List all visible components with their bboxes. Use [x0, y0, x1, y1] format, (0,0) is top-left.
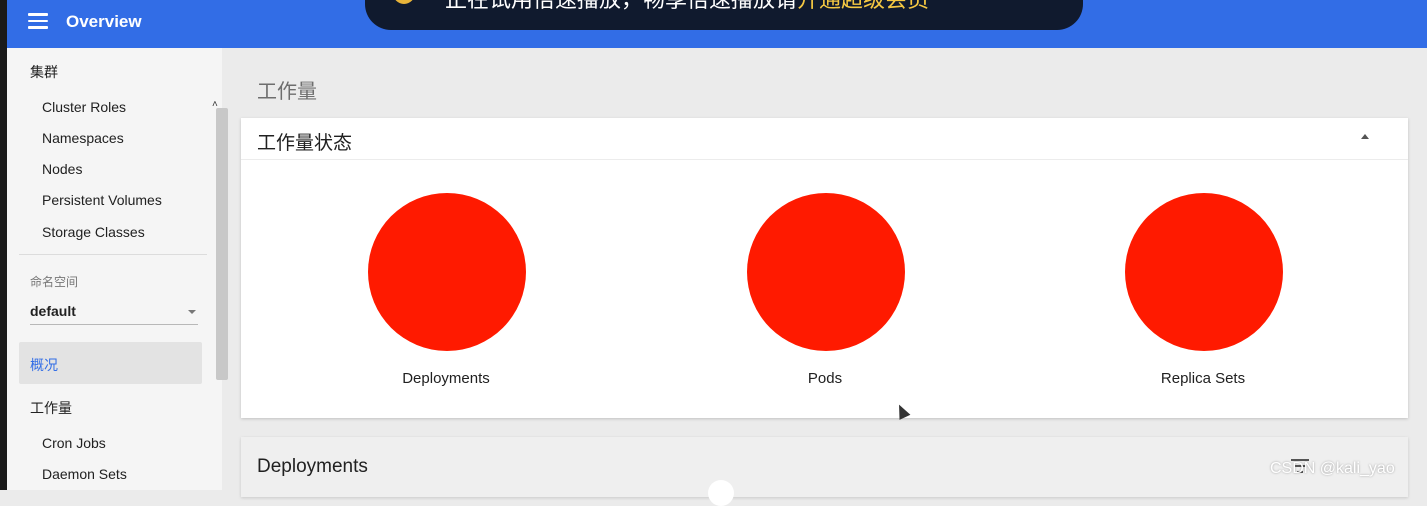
banner-text: 正在试用倍速播放，畅享倍速播放请开通超级会员 — [445, 0, 929, 14]
page-title: 工作量 — [257, 81, 317, 103]
sidebar-item-persistent-volumes[interactable]: Persistent Volumes — [42, 192, 162, 208]
card-title: 工作量状态 — [257, 133, 353, 154]
watermark: CSDN @kali_yao — [1270, 460, 1395, 477]
sidebar-item-label: 概况 — [30, 357, 58, 373]
sidebar-heading-cluster: 集群 — [30, 64, 58, 80]
card-title: Deployments — [257, 456, 368, 477]
namespace-select[interactable]: default — [30, 300, 198, 325]
speed-play-banner[interactable]: 正在试用倍速播放，畅享倍速播放请开通超级会员 — [365, 0, 1083, 30]
replica-sets-status-chart[interactable] — [1125, 193, 1283, 351]
card-header: 工作量状态 — [241, 118, 1408, 160]
sidebar-scrollbar[interactable] — [216, 108, 228, 380]
workload-status-card: 工作量状态 Deployments Pods Replica Sets — [241, 118, 1408, 418]
pods-status-chart[interactable] — [747, 193, 905, 351]
deployments-chart-label: Deployments — [402, 370, 490, 387]
sidebar-item-namespaces[interactable]: Namespaces — [42, 130, 124, 146]
chevron-up-icon[interactable] — [1361, 134, 1369, 139]
top-app-bar: Overview 正在试用倍速播放，畅享倍速播放请开通超级会员 — [0, 0, 1427, 48]
replica-sets-chart-label: Replica Sets — [1160, 370, 1246, 387]
namespace-label: 命名空间 — [30, 275, 79, 289]
hamburger-menu-icon[interactable] — [28, 13, 48, 29]
sidebar-item-cron-jobs[interactable]: Cron Jobs — [42, 435, 106, 451]
shield-icon — [393, 0, 415, 4]
sidebar-divider — [19, 254, 207, 255]
deployments-status-chart[interactable] — [368, 193, 526, 351]
pods-chart-label: Pods — [807, 370, 843, 387]
window-edge — [0, 0, 7, 490]
app-title: Overview — [66, 12, 142, 31]
sidebar-heading-workloads[interactable]: 工作量 — [30, 398, 72, 418]
dropdown-caret-icon — [188, 310, 196, 314]
sidebar: ˄ 集群 Cluster Roles Namespaces Nodes Pers… — [7, 48, 228, 490]
sidebar-item-cluster-roles[interactable]: Cluster Roles — [42, 99, 126, 115]
namespace-value: default — [30, 303, 76, 319]
sidebar-item-daemon-sets[interactable]: Daemon Sets — [42, 466, 127, 482]
sidebar-item-nodes[interactable]: Nodes — [42, 161, 82, 177]
video-progress-handle[interactable] — [708, 480, 734, 506]
sidebar-item-overview[interactable]: 概况 — [19, 342, 202, 384]
deployments-card: Deployments — [241, 437, 1408, 497]
sidebar-item-storage-classes[interactable]: Storage Classes — [42, 224, 145, 240]
